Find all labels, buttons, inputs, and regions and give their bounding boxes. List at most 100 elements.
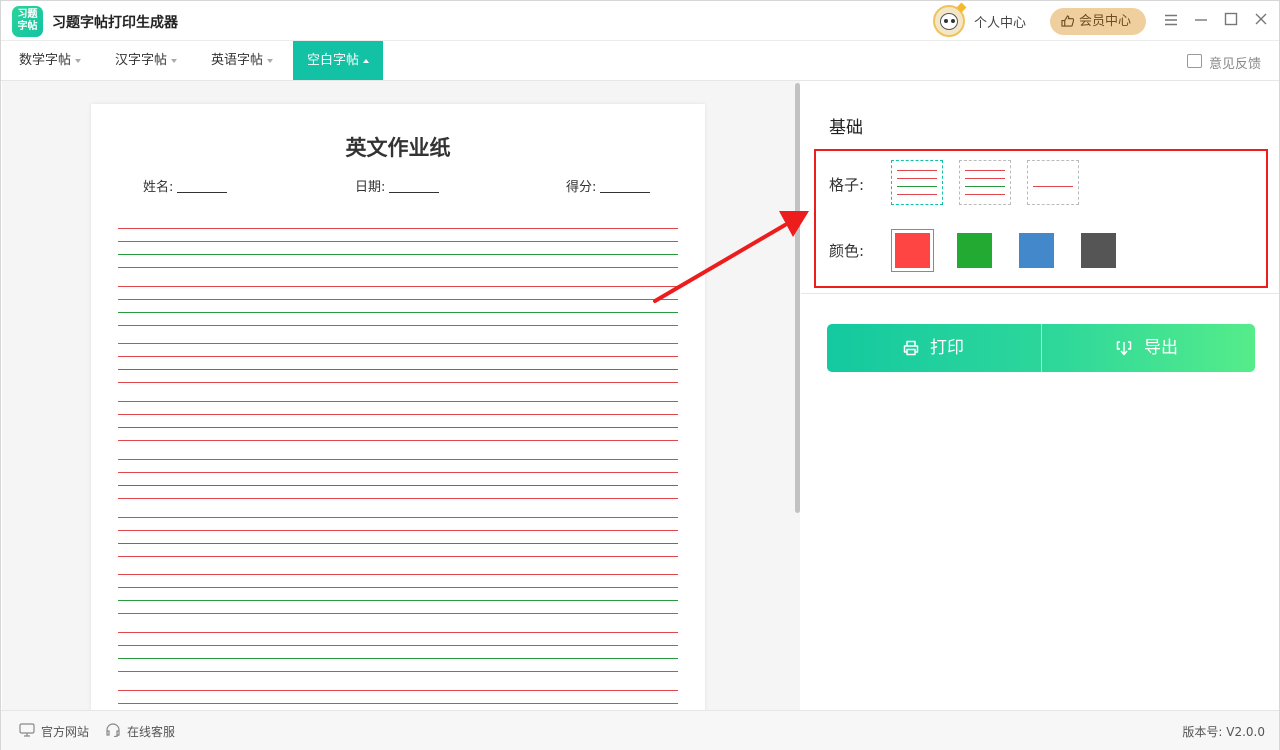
ruled-line bbox=[118, 587, 678, 589]
export-icon bbox=[1116, 341, 1132, 356]
menu-icon[interactable] bbox=[1161, 11, 1181, 31]
caret-down-icon bbox=[171, 58, 178, 63]
ruled-line bbox=[118, 440, 678, 442]
ruled-line bbox=[118, 702, 678, 704]
ruled-line bbox=[118, 414, 678, 416]
menu-label: 数学字帖 bbox=[19, 53, 72, 68]
menu-math-copybook[interactable]: 数学字帖 bbox=[1, 41, 95, 80]
ruled-line bbox=[118, 657, 678, 659]
online-support-link[interactable]: 在线客服 bbox=[105, 723, 175, 740]
feedback-link[interactable]: 意见反馈 bbox=[1187, 53, 1261, 72]
ruled-line bbox=[118, 267, 678, 268]
grid-option-four-line[interactable] bbox=[891, 160, 943, 205]
ruled-line bbox=[118, 631, 678, 633]
print-button[interactable]: 打印 bbox=[827, 324, 1041, 372]
caret-down-icon bbox=[75, 58, 82, 63]
grid-label: 格子: bbox=[829, 176, 865, 194]
ruled-line bbox=[118, 670, 678, 672]
ruled-line bbox=[118, 241, 678, 242]
website-label: 官方网站 bbox=[41, 725, 90, 739]
official-website-link[interactable]: 官方网站 bbox=[19, 723, 89, 740]
menu-bar: 数学字帖 汉字字帖 英语字帖 空白字帖 意见反馈 bbox=[1, 41, 1279, 81]
ruled-line bbox=[118, 356, 678, 358]
date-blank bbox=[389, 180, 440, 193]
name-label: 姓名: bbox=[143, 180, 174, 195]
ruled-line bbox=[118, 516, 678, 518]
menu-chinese-copybook[interactable]: 汉字字帖 bbox=[97, 41, 191, 80]
personal-center-link[interactable]: 个人中心 bbox=[974, 12, 1026, 31]
maximize-icon[interactable] bbox=[1221, 11, 1241, 31]
color-swatch-red[interactable] bbox=[895, 233, 930, 268]
version-text: 版本号: V2.0.0 bbox=[1182, 725, 1265, 739]
panel-divider bbox=[801, 293, 1279, 294]
ruled-line bbox=[118, 343, 678, 345]
section-title: 基础 bbox=[829, 118, 863, 138]
edit-icon bbox=[1187, 54, 1202, 68]
export-button[interactable]: 导出 bbox=[1042, 324, 1255, 372]
ruled-line bbox=[118, 228, 678, 229]
ruled-line bbox=[118, 369, 678, 371]
ruled-line bbox=[118, 254, 678, 255]
ruled-line bbox=[118, 542, 678, 544]
close-icon[interactable] bbox=[1251, 11, 1271, 31]
caret-down-icon bbox=[267, 58, 274, 63]
menu-label: 英语字帖 bbox=[211, 53, 264, 68]
ruled-line bbox=[118, 613, 678, 615]
app-title: 习题字帖打印生成器 bbox=[52, 15, 178, 31]
name-blank bbox=[177, 180, 228, 193]
name-field: 姓名: bbox=[143, 176, 228, 195]
ruled-line bbox=[118, 285, 678, 287]
score-blank bbox=[600, 180, 651, 193]
menu-label: 汉字字帖 bbox=[115, 53, 168, 68]
settings-panel: 基础 格子: 颜色: 打印 导出 bbox=[801, 81, 1279, 710]
ruled-line bbox=[118, 529, 678, 531]
title-bar: 习题 字帖 习题字帖打印生成器 个人中心 会员中心 bbox=[1, 1, 1279, 41]
ruled-line bbox=[118, 600, 678, 602]
print-label: 打印 bbox=[930, 338, 964, 358]
ruled-line bbox=[118, 497, 678, 499]
vip-center-label: 会员中心 bbox=[1079, 14, 1132, 29]
app-window: 习题 字帖 习题字帖打印生成器 个人中心 会员中心 数学字帖 汉字字帖 英语字帖… bbox=[0, 0, 1280, 750]
panda-face-icon bbox=[940, 13, 958, 30]
ruled-line bbox=[118, 555, 678, 557]
ruled-lines bbox=[118, 228, 678, 710]
ruled-line bbox=[118, 401, 678, 403]
caret-up-icon bbox=[363, 58, 370, 63]
date-label: 日期: bbox=[355, 180, 386, 195]
crown-icon bbox=[956, 2, 967, 13]
worksheet-paper: 英文作业纸 姓名: 日期: 得分: bbox=[91, 104, 705, 710]
feedback-label: 意见反馈 bbox=[1209, 57, 1262, 72]
minimize-icon[interactable] bbox=[1191, 11, 1211, 31]
ruled-line bbox=[118, 427, 678, 429]
vip-center-button[interactable]: 会员中心 bbox=[1050, 8, 1146, 35]
ruled-line bbox=[118, 471, 678, 473]
ruled-line bbox=[118, 458, 678, 460]
logo-text-bottom: 字帖 bbox=[17, 21, 38, 32]
export-label: 导出 bbox=[1144, 338, 1178, 358]
menu-english-copybook[interactable]: 英语字帖 bbox=[193, 41, 287, 80]
logo-text-top: 习题 bbox=[17, 9, 38, 20]
status-bar: 官方网站 在线客服 版本号: V2.0.0 bbox=[1, 710, 1279, 750]
grid-option-single-line[interactable] bbox=[1027, 160, 1079, 205]
ruled-line bbox=[118, 324, 678, 326]
app-logo: 习题 字帖 bbox=[12, 6, 43, 37]
support-label: 在线客服 bbox=[127, 725, 176, 739]
color-swatch-blue[interactable] bbox=[1019, 233, 1054, 268]
ruled-line bbox=[118, 298, 678, 300]
ruled-line bbox=[118, 574, 678, 576]
user-avatar[interactable] bbox=[933, 2, 967, 37]
color-swatch-green[interactable] bbox=[957, 233, 992, 268]
worksheet-title: 英文作业纸 bbox=[345, 136, 451, 160]
ruled-line bbox=[118, 484, 678, 486]
color-swatch-gray[interactable] bbox=[1081, 233, 1116, 268]
printer-icon bbox=[903, 340, 919, 356]
ruled-line bbox=[118, 689, 678, 691]
ruled-line bbox=[118, 382, 678, 384]
score-field: 得分: bbox=[566, 176, 651, 195]
menu-label: 空白字帖 bbox=[307, 53, 360, 68]
annotation-arrow bbox=[653, 211, 809, 303]
grid-option-three-line[interactable] bbox=[959, 160, 1011, 205]
menu-blank-copybook[interactable]: 空白字帖 bbox=[293, 41, 384, 80]
headset-icon bbox=[106, 723, 120, 737]
action-bar: 打印 导出 bbox=[827, 324, 1255, 372]
